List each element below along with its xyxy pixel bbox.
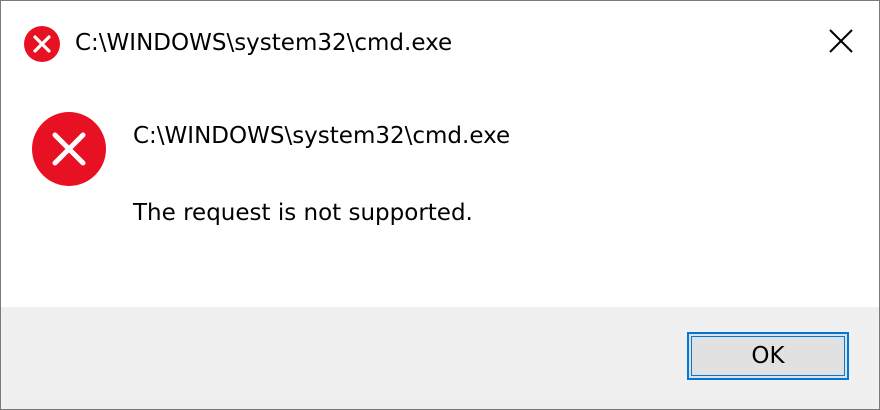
ok-button[interactable]: OK (687, 332, 849, 380)
close-icon (828, 28, 854, 54)
message-heading: C:\WINDOWS\system32\cmd.exe (133, 123, 511, 149)
error-icon (31, 111, 107, 187)
ok-button-label: OK (751, 343, 785, 369)
error-dialog: C:\WINDOWS\system32\cmd.exe C:\WINDOWS\s… (0, 0, 880, 410)
message-area: C:\WINDOWS\system32\cmd.exe The request … (1, 81, 879, 307)
close-button[interactable] (813, 15, 869, 67)
button-bar: OK (1, 307, 879, 409)
error-icon (23, 25, 61, 63)
message-body: The request is not supported. (133, 200, 473, 226)
window-title: C:\WINDOWS\system32\cmd.exe (75, 30, 453, 56)
title-bar[interactable]: C:\WINDOWS\system32\cmd.exe (1, 1, 879, 81)
